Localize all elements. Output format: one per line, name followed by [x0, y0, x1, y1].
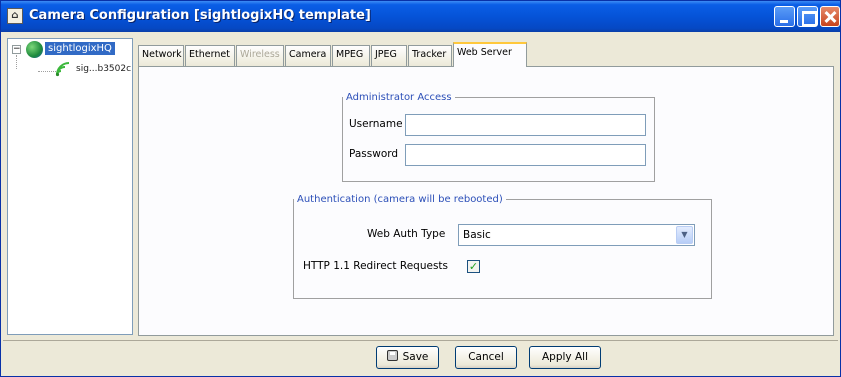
web-auth-type-dropdown[interactable]: Basic ▼	[458, 224, 695, 246]
maximize-icon[interactable]	[797, 6, 818, 27]
apply-all-button[interactable]: Apply All	[529, 346, 601, 369]
tab-network[interactable]: Network	[138, 45, 184, 66]
tab-wireless: Wireless	[236, 45, 284, 66]
camera-config-icon: ⌂	[7, 8, 23, 24]
title-bar[interactable]: ⌂ Camera Configuration [sightlogixHQ tem…	[1, 1, 840, 32]
authentication-group: Authentication (camera will be rebooted)	[293, 194, 712, 299]
http-redirect-checkbox[interactable]: ✓	[467, 260, 480, 273]
password-field[interactable]	[405, 144, 646, 166]
tree-item-root[interactable]: sightlogixHQ	[45, 42, 115, 55]
username-field[interactable]	[405, 114, 646, 136]
authentication-legend: Authentication (camera will be rebooted)	[297, 194, 503, 205]
window-title: Camera Configuration [sightlogixHQ templ…	[29, 8, 371, 23]
tab-camera[interactable]: Camera	[285, 45, 331, 66]
password-label: Password	[349, 148, 399, 160]
device-tree[interactable]: − sightlogixHQ sig...b3502c	[7, 38, 133, 335]
minimize-icon[interactable]	[774, 6, 795, 27]
tab-web-server[interactable]: Web Server	[453, 42, 527, 67]
tree-connector-line	[38, 71, 56, 72]
tree-collapse-toggle[interactable]: −	[12, 45, 21, 54]
tab-ethernet[interactable]: Ethernet	[185, 45, 235, 66]
chevron-down-icon[interactable]: ▼	[676, 226, 693, 244]
tab-mpeg[interactable]: MPEG	[332, 45, 370, 66]
web-auth-type-value: Basic	[463, 229, 491, 241]
web-auth-type-label: Web Auth Type	[367, 228, 446, 240]
web-server-tab-page: Administrator Access Username Password A…	[138, 66, 834, 336]
wireless-camera-icon	[55, 62, 70, 77]
administrator-access-group: Administrator Access Username Password	[342, 92, 655, 182]
button-bar-divider	[3, 340, 838, 341]
globe-icon	[26, 41, 43, 58]
tree-item-camera[interactable]: sig...b3502c	[76, 64, 131, 74]
http-redirect-label: HTTP 1.1 Redirect Requests	[303, 260, 449, 272]
save-button-label: Save	[402, 351, 429, 363]
tab-jpeg[interactable]: JPEG	[371, 45, 407, 66]
camera-configuration-window: ⌂ Camera Configuration [sightlogixHQ tem…	[0, 0, 841, 377]
tree-connector-line	[16, 55, 17, 69]
save-button[interactable]: Save	[376, 346, 439, 369]
tab-tracker[interactable]: Tracker	[408, 45, 452, 66]
username-label: Username	[349, 118, 403, 130]
cancel-button[interactable]: Cancel	[455, 346, 517, 369]
floppy-disk-icon	[386, 350, 398, 361]
administrator-access-legend: Administrator Access	[346, 92, 452, 103]
close-icon[interactable]	[820, 6, 840, 27]
